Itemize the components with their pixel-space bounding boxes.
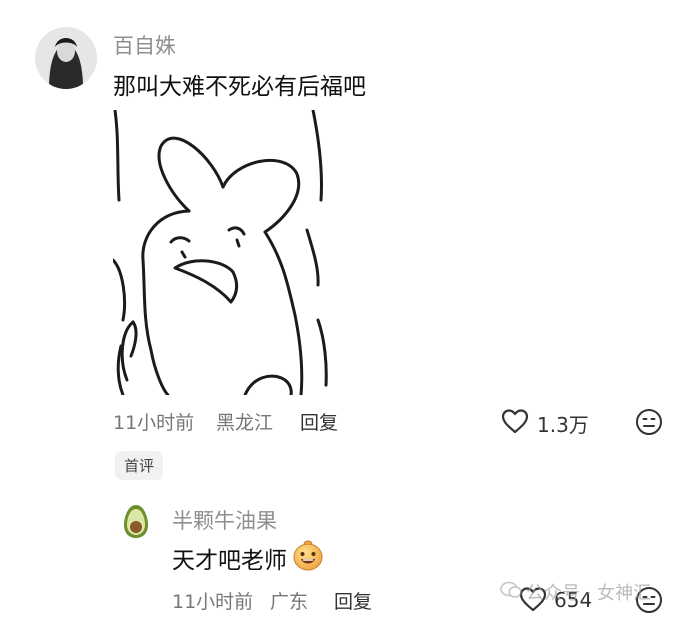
first-comment-badge: 首评 — [115, 451, 164, 480]
comment-time: 11小时前 — [113, 412, 195, 434]
dislike-button[interactable] — [634, 407, 664, 437]
neutral-face-icon — [634, 407, 664, 437]
comment-username[interactable]: 半颗牛油果 — [172, 505, 277, 535]
comment-location: 广东 — [270, 591, 309, 613]
avocado-icon — [124, 505, 148, 538]
grinning-emoji-icon — [291, 538, 325, 572]
comment-text: 那叫大难不死必有后福吧 — [113, 74, 366, 100]
like-count: 1.3万 — [537, 413, 589, 437]
heart-icon — [500, 407, 530, 435]
avatar[interactable] — [35, 27, 97, 89]
comment-username[interactable]: 百自姝 — [113, 30, 176, 60]
comment-text: 天才吧老师 — [172, 548, 287, 574]
comment-image[interactable] — [113, 110, 328, 395]
avatar[interactable] — [118, 503, 154, 539]
like-button[interactable] — [500, 407, 530, 435]
reply-button[interactable]: 回复 — [334, 587, 372, 614]
reply-button[interactable]: 回复 — [300, 408, 338, 435]
wechat-icon — [500, 580, 522, 600]
comment-time: 11小时前 — [172, 591, 254, 613]
watermark: 公众号 · 女神汇 — [526, 583, 652, 604]
comment-location: 黑龙江 — [216, 412, 274, 434]
bunny-sketch-image — [113, 110, 328, 395]
